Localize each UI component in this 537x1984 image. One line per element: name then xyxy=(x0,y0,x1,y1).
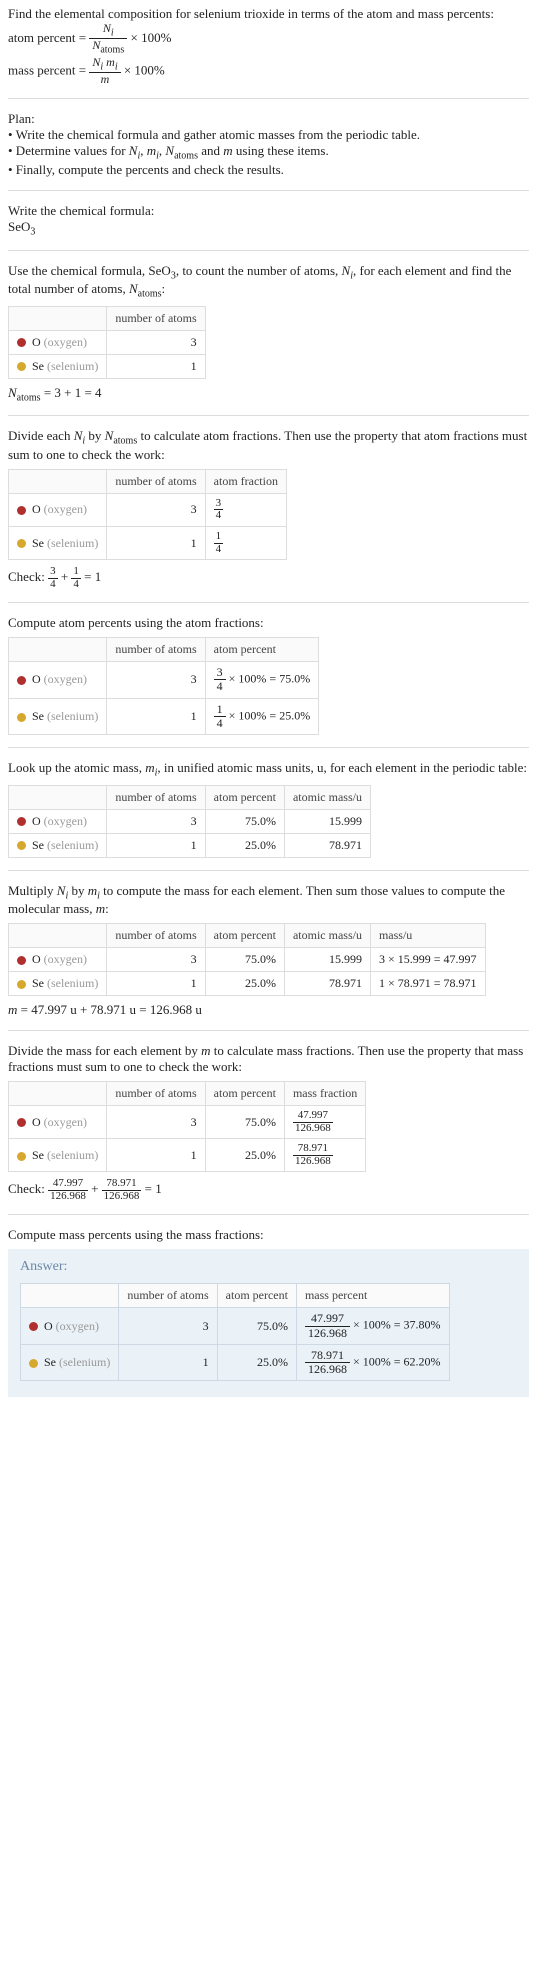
atom-percents: Compute atom percents using the atom fra… xyxy=(8,615,529,735)
answer-box: Answer: number of atomsatom percentmass … xyxy=(8,1249,529,1397)
atom-fractions: Divide each Ni by Natoms to calculate at… xyxy=(8,428,529,590)
dot-icon xyxy=(17,338,26,347)
dot-icon xyxy=(17,980,26,989)
fractions-check: Check: 34 + 14 = 1 xyxy=(8,566,529,590)
mass-percent-formula: mass percent = Ni mi m × 100% xyxy=(8,56,529,87)
dot-icon xyxy=(29,1322,38,1331)
mass-fractions-text: Divide the mass for each element by m to… xyxy=(8,1043,529,1075)
fractions-text: Divide each Ni by Natoms to calculate at… xyxy=(8,428,529,463)
intro-text: Find the elemental composition for selen… xyxy=(8,6,529,22)
answer-table: number of atomsatom percentmass percent … xyxy=(20,1283,450,1381)
answer-heading: Compute mass percents using the mass fra… xyxy=(8,1227,529,1243)
dot-icon xyxy=(17,1152,26,1161)
chemical-formula: Write the chemical formula: SeO3 xyxy=(8,203,529,238)
dot-icon xyxy=(29,1359,38,1368)
count-table: number of atoms O (oxygen) 3 Se (seleniu… xyxy=(8,306,206,379)
fractions-table: number of atomsatom fraction O (oxygen) … xyxy=(8,469,287,560)
table-row: O (oxygen) 3 75.0% 15.999 xyxy=(9,809,371,833)
dot-icon xyxy=(17,676,26,685)
table-row: Se (selenium) 1 25.0% 78.971126.968 × 10… xyxy=(21,1344,450,1380)
dot-icon xyxy=(17,713,26,722)
intro: Find the elemental composition for selen… xyxy=(8,6,529,86)
dot-icon xyxy=(17,362,26,371)
table-row: O (oxygen) 3 xyxy=(9,330,206,354)
table-row: Se (selenium) 1 25.0% 78.971 xyxy=(9,833,371,857)
table-row: Se (selenium) 1 14 xyxy=(9,527,287,560)
formula-value: SeO3 xyxy=(8,219,529,238)
dot-icon xyxy=(17,956,26,965)
dot-icon xyxy=(17,539,26,548)
table-row: O (oxygen) 3 75.0% 47.997126.968 × 100% … xyxy=(21,1308,450,1344)
mass-fractions-check: Check: 47.997126.968 + 78.971126.968 = 1 xyxy=(8,1178,529,1202)
mass-fractions: Divide the mass for each element by m to… xyxy=(8,1043,529,1202)
mass-multiply: Multiply Ni by mi to compute the mass fo… xyxy=(8,883,529,1019)
table-row: O (oxygen) 3 75.0% 47.997126.968 xyxy=(9,1106,366,1139)
fraction: Ni mi m xyxy=(89,56,120,87)
count-text: Use the chemical formula, SeO3, to count… xyxy=(8,263,529,300)
percents-heading: Compute atom percents using the atom fra… xyxy=(8,615,529,631)
percents-table: number of atomsatom percent O (oxygen) 3… xyxy=(8,637,319,735)
table-row: Se (selenium) 1 14 × 100% = 25.0% xyxy=(9,698,319,734)
atom-percent-formula: atom percent = Ni Natoms × 100% xyxy=(8,22,529,56)
answer-label: Answer: xyxy=(20,1259,517,1275)
table-row: Se (selenium) 1 25.0% 78.971126.968 xyxy=(9,1139,366,1172)
plan: Plan: • Write the chemical formula and g… xyxy=(8,111,529,178)
table-row: O (oxygen) 3 34 × 100% = 75.0% xyxy=(9,662,319,698)
fraction: Ni Natoms xyxy=(89,22,127,56)
dot-icon xyxy=(17,1118,26,1127)
mass-fractions-table: number of atomsatom percentmass fraction… xyxy=(8,1081,366,1172)
dot-icon xyxy=(17,817,26,826)
plan-bullet-2: • Determine values for Ni, mi, Natoms an… xyxy=(8,143,529,162)
mass-lookup-text: Look up the atomic mass, mi, in unified … xyxy=(8,760,529,779)
plan-bullet-3: • Finally, compute the percents and chec… xyxy=(8,162,529,178)
formula-heading: Write the chemical formula: xyxy=(8,203,529,219)
molecular-mass: m = 47.997 u + 78.971 u = 126.968 u xyxy=(8,1002,529,1018)
dot-icon xyxy=(17,841,26,850)
count-atoms: Use the chemical formula, SeO3, to count… xyxy=(8,263,529,404)
dot-icon xyxy=(17,506,26,515)
table-row: Se (selenium) 1 25.0% 78.971 1 × 78.971 … xyxy=(9,972,486,996)
table-row: O (oxygen) 3 75.0% 15.999 3 × 15.999 = 4… xyxy=(9,948,486,972)
plan-bullet-1: • Write the chemical formula and gather … xyxy=(8,127,529,143)
table-row: Se (selenium) 1 xyxy=(9,354,206,378)
answer-section: Compute mass percents using the mass fra… xyxy=(8,1227,529,1397)
plan-heading: Plan: xyxy=(8,111,529,127)
mass-multiply-text: Multiply Ni by mi to compute the mass fo… xyxy=(8,883,529,918)
mass-lookup: Look up the atomic mass, mi, in unified … xyxy=(8,760,529,858)
count-sum: Natoms = 3 + 1 = 4 xyxy=(8,385,529,404)
mass-multiply-table: number of atomsatom percentatomic mass/u… xyxy=(8,923,486,996)
table-row: O (oxygen) 3 34 xyxy=(9,493,287,526)
mass-lookup-table: number of atomsatom percentatomic mass/u… xyxy=(8,785,371,858)
